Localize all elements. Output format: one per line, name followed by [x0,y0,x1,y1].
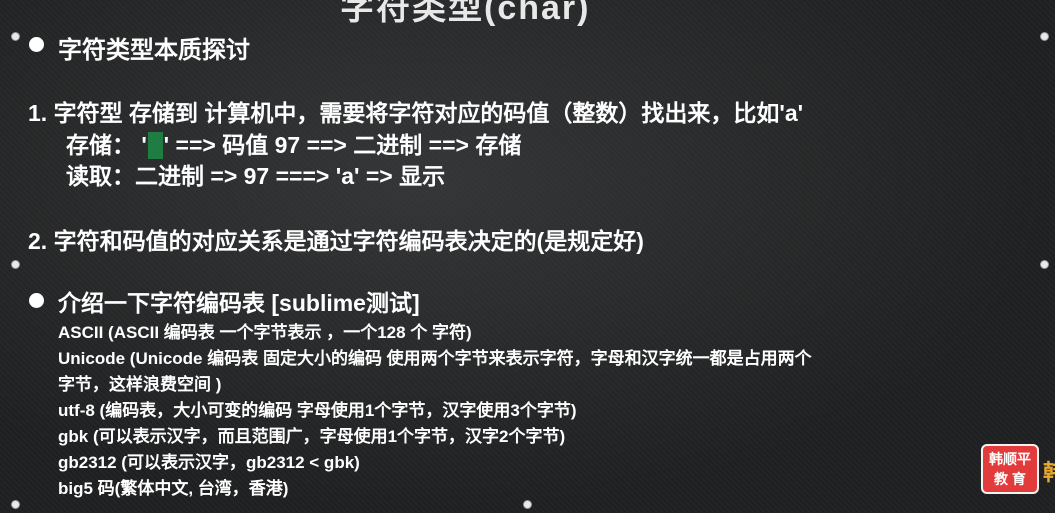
brand-logo-line2: 教 育 [994,471,1026,487]
encoding-line-unicode-cont: 字节，这样浪费空间 ) [58,375,222,394]
section2-heading: 介绍一下字符编码表 [sublime测试] [58,290,420,316]
brand-logo: 韩顺平 教 育 [981,444,1039,494]
item2-text: 2. 字符和码值的对应关系是通过字符编码表决定的(是规定好) [28,228,644,254]
item1-line1: 1. 字符型 存储到 计算机中，需要将字符对应的码值（整数）找出来，比如'a' [28,100,804,126]
section-heading: 字符类型本质探讨 [58,37,250,64]
resize-handle-bottom-left[interactable] [11,500,20,509]
bullet-icon [29,37,44,52]
resize-handle-top-left[interactable] [11,32,20,41]
bullet-icon [29,293,44,308]
text-cursor-selection[interactable]: a [147,132,163,159]
resize-handle-mid-right[interactable] [1040,260,1049,269]
resize-handle-top-right[interactable] [1040,32,1049,41]
encoding-line-big5: big5 码(繁体中文, 台湾，香港) [58,479,289,498]
resize-handle-mid-left[interactable] [11,260,20,269]
slide-canvas: 字符类型(char) 字符类型本质探讨 1. 字符型 存储到 计算机中，需要将字… [0,0,1055,513]
encoding-line-gb2312: gb2312 (可以表示汉字，gb2312 < gbk) [58,453,360,472]
encoding-line-utf8: utf-8 (编码表，大小可变的编码 字母使用1个字节，汉字使用3个字节) [58,401,577,420]
encoding-line-gbk: gbk (可以表示汉字，而且范围广，字母使用1个字节，汉字2个字节) [58,427,566,446]
item1-line2: 存储： 'a' ==> 码值 97 ==> 二进制 ==> 存储 [66,126,521,160]
slide-title-partial: 字符类型(char) [340,0,591,27]
resize-handle-bottom-mid[interactable] [523,500,532,509]
item1-line2-prefix: 存储： ' [66,132,147,158]
encoding-line-ascii: ASCII (ASCII 编码表 一个字节表示 ，一个128 个 字符) [58,323,472,342]
brand-logo-line1: 韩顺平 [989,451,1031,467]
encoding-line-unicode: Unicode (Unicode 编码表 固定大小的编码 使用两个字节来表示字符… [58,349,812,368]
item1-line2-suffix: ' ==> 码值 97 ==> 二进制 ==> 存储 [163,132,522,158]
brand-side-char: 韩 [1043,460,1055,485]
item1-line3: 读取：二进制 => 97 ===> 'a' => 显示 [66,163,446,189]
